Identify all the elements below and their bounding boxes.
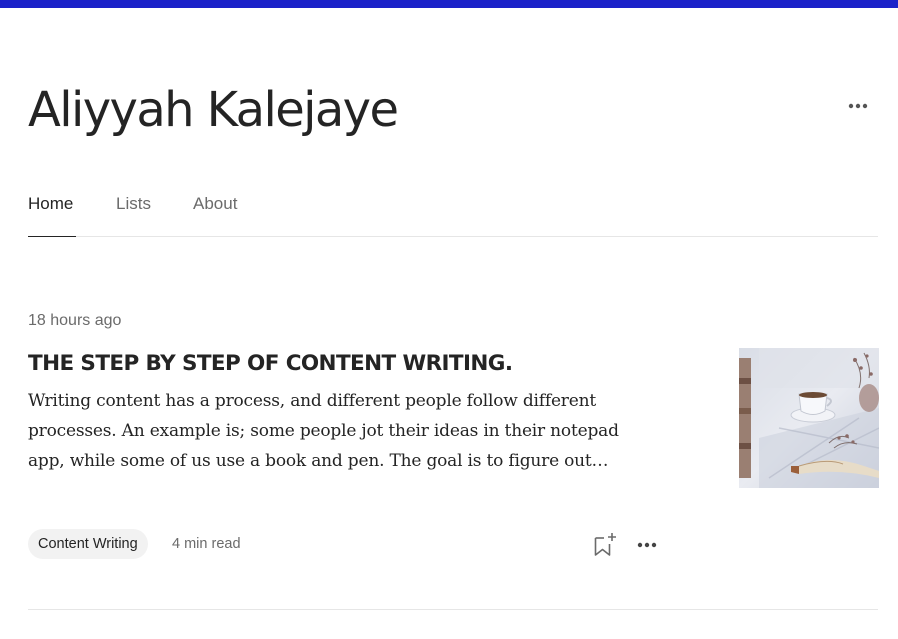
tab-about[interactable]: About — [193, 188, 237, 236]
bookmark-plus-icon — [594, 533, 616, 556]
tab-home[interactable]: Home — [28, 188, 76, 237]
post-excerpt-line: processes. An example is; some people jo… — [28, 421, 619, 441]
more-horizontal-icon — [637, 542, 657, 548]
read-time: 4 min read — [172, 536, 241, 552]
post-excerpt[interactable]: Writing content has a process, and diffe… — [28, 386, 678, 476]
more-horizontal-icon — [848, 103, 868, 109]
post-thumbnail[interactable] — [739, 348, 879, 488]
tab-lists[interactable]: Lists — [116, 188, 151, 236]
post-more-button[interactable] — [635, 535, 659, 555]
post-tag[interactable]: Content Writing — [28, 529, 148, 559]
post-excerpt-line: app, while some of us use a book and pen… — [28, 451, 609, 471]
author-name: Aliyyah Kalejaye — [28, 82, 399, 138]
post-divider — [28, 609, 878, 610]
top-accent-bar — [0, 0, 898, 8]
profile-more-button[interactable] — [846, 96, 872, 116]
post-excerpt-line: Writing content has a process, and diffe… — [28, 391, 596, 411]
post-timestamp: 18 hours ago — [28, 312, 122, 329]
save-post-button[interactable] — [592, 530, 618, 558]
profile-tabs: Home Lists About — [28, 188, 878, 237]
post-thumbnail-image — [739, 348, 879, 488]
post-title[interactable]: THE STEP BY STEP OF CONTENT WRITING. — [28, 348, 708, 380]
